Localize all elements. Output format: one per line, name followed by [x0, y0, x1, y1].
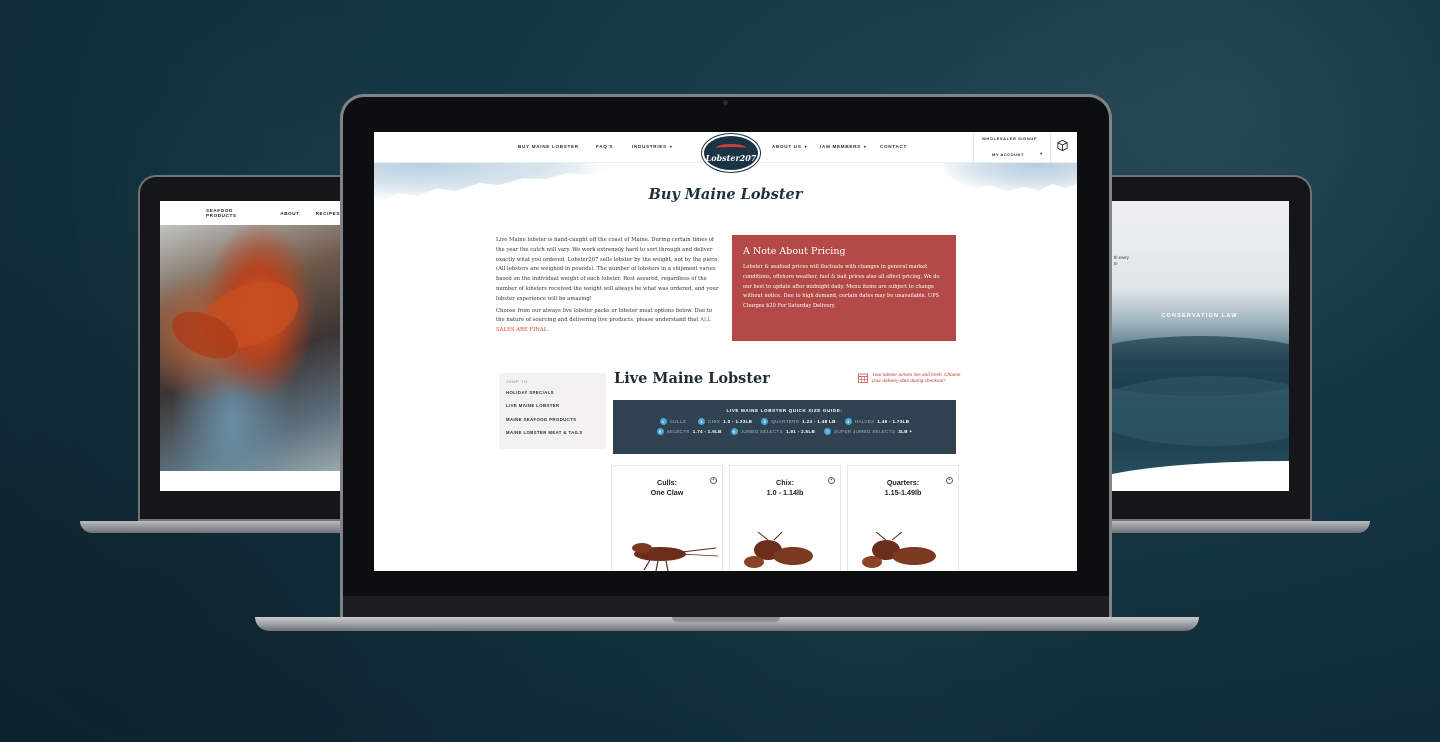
- my-account-dropdown[interactable]: MY ACCOUNT: [992, 152, 1024, 157]
- lobster-claw-icon: [716, 143, 746, 152]
- chevron-down-icon: ▾: [863, 144, 867, 149]
- cart-box-icon[interactable]: [1056, 139, 1069, 152]
- product-card-chix[interactable]: Chix: 1.0 - 1.14lb +: [729, 465, 841, 571]
- nav-faqs[interactable]: FAQ'S: [596, 144, 613, 149]
- wholesaler-signup-link[interactable]: WHOLESALER SIGNUP: [982, 136, 1037, 141]
- jump-link-live-maine-lobster[interactable]: LIVE MAINE LOBSTER: [506, 403, 606, 416]
- size-guide-item: 3 QUARTERS 1.24 - 1.48 LB: [761, 418, 835, 425]
- pricing-note-title: A Note About Pricing: [743, 246, 846, 257]
- lobster-image: [632, 543, 719, 571]
- size-guide-item: 6 JUMBO SELECTS 1.91 - 2.5LB: [730, 428, 815, 435]
- chevron-down-icon: ▾: [804, 144, 808, 149]
- intro-paragraph: Live Maine lobster is hand-caught off th…: [496, 237, 720, 302]
- nav-buy-maine-lobster[interactable]: BUY MAINE LOBSTER: [518, 144, 579, 149]
- size-guide-item: 2 CHIX 1.0 - 1.23LB: [697, 418, 752, 425]
- chevron-down-icon: ▾: [669, 144, 673, 149]
- lobster-photo: [160, 225, 340, 471]
- jump-to-label: JUMP TO:: [506, 379, 530, 384]
- size-guide-title: LIVE MAINE LOBSTER QUICK SIZE GUIDE:: [726, 408, 843, 413]
- jump-link-holiday-specials[interactable]: HOLIDAY SPECIALS: [506, 390, 606, 403]
- left-site-nav: SEAFOOD PRODUCTS ABOUT RECIPES: [160, 201, 340, 225]
- intro-paragraph: Choose from our always live lobster pack…: [496, 307, 713, 334]
- jump-to-menu: JUMP TO: HOLIDAY SPECIALS LIVE MAINE LOB…: [499, 373, 606, 449]
- pricing-note-body: Lobster & seafood prices will fluctuate …: [743, 264, 940, 310]
- logo[interactable]: Lobster207: [702, 134, 760, 172]
- section-title: Live Maine Lobster: [614, 370, 770, 387]
- size-guide-item: 5 SELECTS 1.74 - 1.9LB: [656, 428, 722, 435]
- jump-link-lobster-meat-tails[interactable]: MAINE LOBSTER MEAT & TAILS: [506, 430, 606, 443]
- size-guide: LIVE MAINE LOBSTER QUICK SIZE GUIDE: 1 CU…: [613, 400, 956, 454]
- conservation-heading: CONSERVATION LAW: [1161, 313, 1238, 319]
- nav-contact[interactable]: CONTACT: [880, 144, 907, 149]
- intro-text: Live Maine lobster is hand-caught off th…: [496, 236, 721, 336]
- left-laptop-screen: SEAFOOD PRODUCTS ABOUT RECIPES: [160, 201, 340, 491]
- left-laptop-base: [80, 521, 370, 533]
- plus-icon[interactable]: +: [828, 477, 835, 484]
- left-nav-item[interactable]: SEAFOOD PRODUCTS: [206, 208, 264, 218]
- product-card-quarters[interactable]: Quarters: 1.15-1.49lb +: [847, 465, 959, 571]
- size-guide-item: 4 HALVES 1.49 - 1.73LB: [844, 418, 910, 425]
- page-title: Buy Maine Lobster: [648, 186, 803, 203]
- center-laptop-chin: [343, 596, 1109, 618]
- lobster-image: [862, 532, 936, 568]
- center-laptop-screen: BUY MAINE LOBSTER FAQ'S INDUSTRIES ▾ ABOU…: [374, 132, 1077, 571]
- product-card-title: Chix: 1.0 - 1.14lb: [766, 478, 804, 497]
- size-guide-row: 5 SELECTS 1.74 - 1.9LB 6 JUMBO SELECTS 1.91 …: [613, 428, 956, 435]
- chevron-down-icon: ▾: [1040, 151, 1043, 156]
- left-nav-item[interactable]: RECIPES: [316, 211, 340, 216]
- plus-icon[interactable]: +: [710, 477, 717, 484]
- right-laptop-screen: th every to CONSERVATION LAW: [1110, 201, 1289, 491]
- size-guide-row: 1 CULLS 2 CHIX 1.0 - 1.23LB 3 QUARTERS 1.24 -…: [613, 418, 956, 425]
- product-card-title: Culls: One Claw: [650, 478, 684, 497]
- jump-link-maine-seafood-products[interactable]: MAINE SEAFOOD PRODUCTS: [506, 417, 606, 430]
- right-laptop-base: [1080, 521, 1370, 533]
- plus-icon[interactable]: +: [946, 477, 953, 484]
- delivery-note-text: Your lobster arrives live and fresh. Cho…: [872, 372, 961, 383]
- logo-wordmark: Lobster207: [705, 152, 757, 163]
- lobster-image: [744, 532, 813, 568]
- size-guide-item: 1 CULLS: [659, 418, 689, 425]
- product-card-title: Quarters: 1.15-1.49lb: [884, 478, 922, 497]
- nav-industries[interactable]: INDUSTRIES ▾: [632, 144, 673, 149]
- calendar-icon: [858, 373, 868, 383]
- right-snippet: th every to: [1114, 255, 1129, 266]
- left-nav-item[interactable]: ABOUT: [280, 211, 299, 216]
- size-guide-item: 7 SUPER JUMBO SELECTS 3LB +: [824, 428, 912, 435]
- product-card-culls[interactable]: Culls: One Claw +: [611, 465, 723, 571]
- utility-nav: WHOLESALER SIGNUP MY ACCOUNT ▾: [973, 132, 1077, 163]
- pricing-note: A Note About Pricing Lobster & seafood p…: [732, 235, 956, 341]
- laptop-notch: [672, 617, 780, 622]
- camera-icon: [723, 100, 728, 105]
- nav-about-us[interactable]: ABOUT US ▾: [772, 144, 807, 149]
- nav-iam-members[interactable]: IAM MEMBERS ▾: [820, 144, 867, 149]
